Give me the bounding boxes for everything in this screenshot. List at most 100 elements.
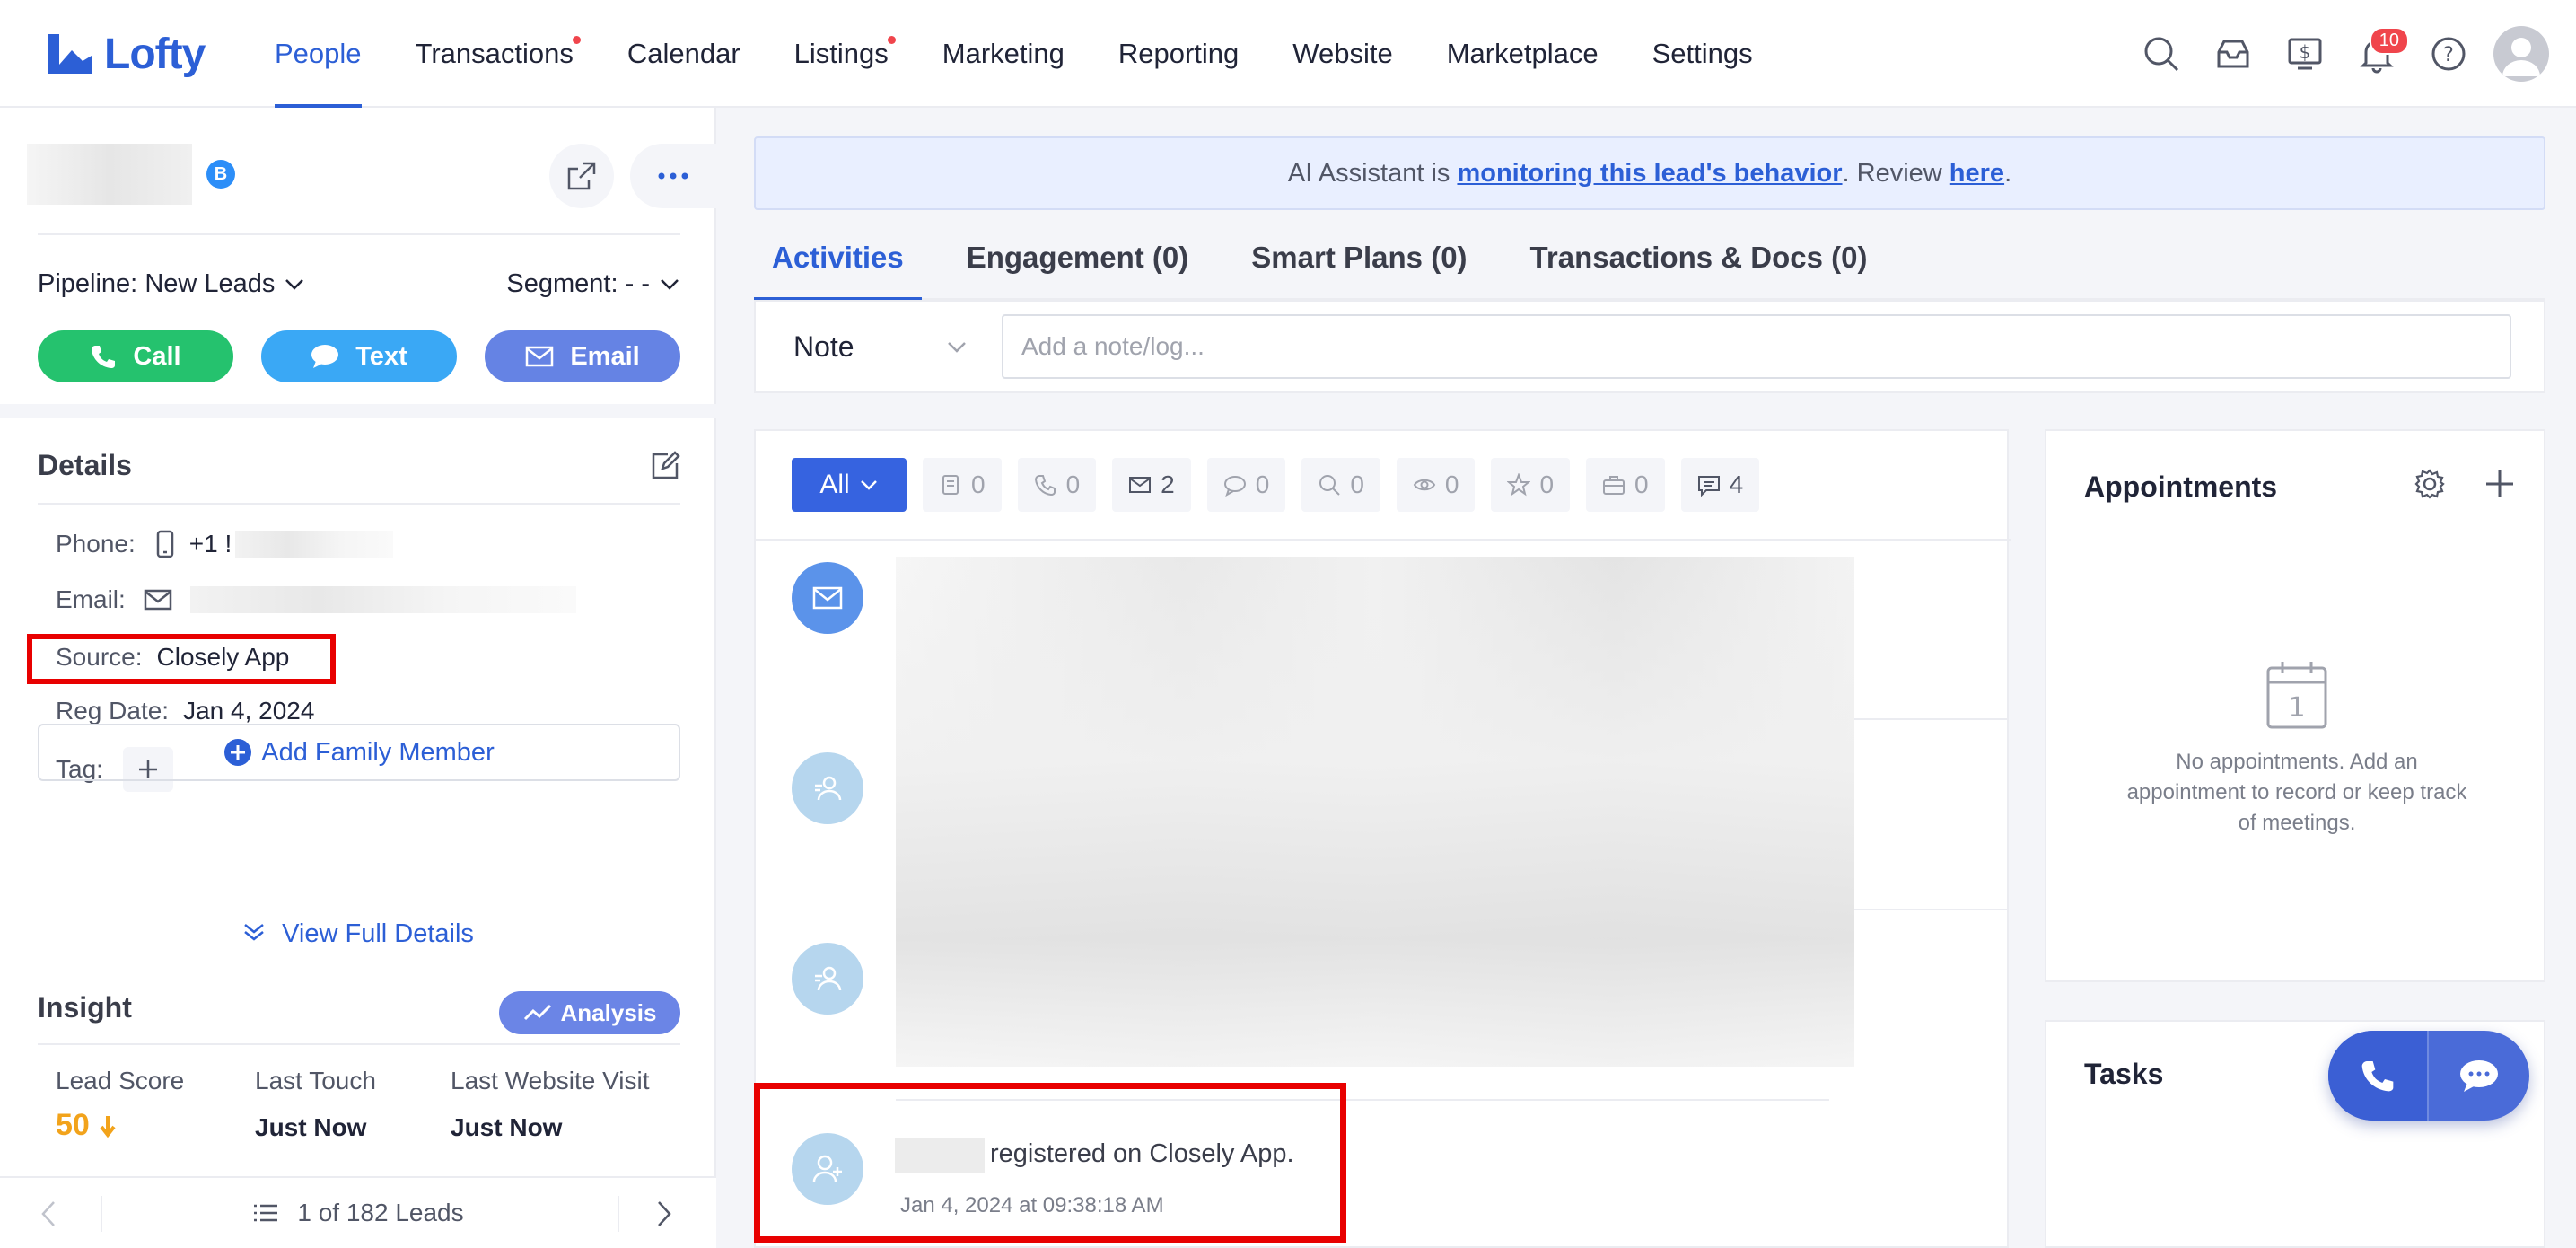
filter-star-button[interactable]: 0 <box>1491 458 1571 512</box>
more-options-button[interactable] <box>630 144 716 208</box>
note-composer: Note Add a note/log... <box>754 300 2545 393</box>
pipeline-value: New Leads <box>145 268 276 298</box>
activity-filters: All 002000004 <box>792 458 1775 512</box>
monitoring-link[interactable]: monitoring this lead's behavior <box>1457 159 1842 189</box>
call-button[interactable]: Call <box>38 330 233 382</box>
lead-score: Lead Score 50 <box>56 1067 185 1142</box>
lead-name-redacted <box>27 144 192 205</box>
filter-message-button[interactable]: 4 <box>1680 458 1760 512</box>
nav-notification-dot <box>572 36 581 44</box>
last-touch-value: Just Now <box>255 1113 367 1141</box>
mobile-icon <box>156 530 173 558</box>
edit-icon[interactable] <box>650 451 680 481</box>
note-type-select[interactable]: Note <box>793 302 973 391</box>
reg-date-value: Jan 4, 2024 <box>183 697 315 725</box>
bell-icon[interactable]: 10 <box>2341 18 2413 90</box>
lead-header: B <box>27 144 716 242</box>
filter-chat-button[interactable]: 0 <box>1206 458 1286 512</box>
eye-icon <box>1413 479 1436 491</box>
phone-icon <box>92 346 116 368</box>
floating-chat-button[interactable] <box>2429 1031 2529 1121</box>
calendar-icon: 1 <box>2266 662 2327 729</box>
add-family-member-button[interactable]: Add Family Member <box>38 724 680 781</box>
appointments-title: Appointments <box>2084 470 2278 503</box>
phone-value[interactable]: +1 ! <box>189 530 232 558</box>
tab-transactions-docs[interactable]: Transactions & Docs (0) <box>1530 215 1868 300</box>
lofty-logo-icon <box>45 29 95 79</box>
filter-search-button[interactable]: 0 <box>1301 458 1380 512</box>
gear-icon[interactable] <box>2414 469 2445 499</box>
nav-item-marketing[interactable]: Marketing <box>942 0 1065 108</box>
phone-icon <box>1034 475 1056 497</box>
phone-icon <box>2361 1061 2394 1092</box>
reg-date-row: Reg Date: Jan 4, 2024 <box>56 697 315 725</box>
review-here-link[interactable]: here <box>1950 159 2004 189</box>
star-icon <box>1507 473 1531 497</box>
user-avatar[interactable] <box>2493 26 2549 82</box>
details-section-title: Details <box>38 449 680 505</box>
analysis-button[interactable]: Analysis <box>499 991 680 1034</box>
share-button[interactable] <box>549 144 614 208</box>
prev-lead-button[interactable] <box>39 1178 57 1248</box>
filter-eye-button[interactable]: 0 <box>1396 458 1476 512</box>
nav-item-transactions[interactable]: Transactions <box>416 0 581 108</box>
last-visit-value: Just Now <box>451 1113 563 1141</box>
floating-call-button[interactable] <box>2328 1031 2429 1121</box>
tab-engagement[interactable]: Engagement (0) <box>967 215 1189 300</box>
pipeline-dropdown[interactable]: Pipeline: New Leads <box>38 269 305 299</box>
nav-item-listings[interactable]: Listings <box>794 0 896 108</box>
inbox-icon[interactable] <box>2197 18 2269 90</box>
add-appointment-icon[interactable] <box>2484 469 2515 499</box>
filter-document-button[interactable]: 0 <box>923 458 1002 512</box>
share-icon <box>567 162 596 190</box>
arrow-down-icon <box>100 1115 116 1138</box>
nav-item-calendar[interactable]: Calendar <box>627 0 740 108</box>
chevron-down-icon <box>661 279 679 290</box>
help-icon[interactable]: ? <box>2413 18 2484 90</box>
billing-icon[interactable]: $ <box>2269 18 2341 90</box>
chat-bubble-icon <box>2460 1060 2498 1092</box>
source-highlight-box <box>27 634 336 684</box>
tab-activities[interactable]: Activities <box>754 215 922 302</box>
nav-item-website[interactable]: Website <box>1292 0 1392 108</box>
nav-item-settings[interactable]: Settings <box>1652 0 1753 108</box>
nav-item-marketplace[interactable]: Marketplace <box>1447 0 1599 108</box>
more-icon <box>658 172 688 180</box>
chevron-down-icon <box>285 279 304 290</box>
search-icon[interactable] <box>2125 18 2197 90</box>
segment-value: - - <box>625 268 650 298</box>
timeline-people-icon <box>792 752 863 824</box>
lead-detail-panel: B Pipeline: New Leads Segment: - - Call … <box>0 108 716 1248</box>
email-button[interactable]: Email <box>485 330 680 382</box>
list-icon <box>254 1204 278 1222</box>
notification-badge: 10 <box>2369 27 2409 55</box>
activity-tabs: Activities Engagement (0) Smart Plans (0) T… <box>754 215 2545 302</box>
nav-item-reporting[interactable]: Reporting <box>1118 0 1239 108</box>
text-button[interactable]: Text <box>261 330 457 382</box>
chevron-down-icon <box>860 480 877 490</box>
timeline-email-icon <box>792 562 863 634</box>
note-input[interactable]: Add a note/log... <box>1002 314 2511 379</box>
registration-highlight-box: registered on Closely App. Jan 4, 2024 a… <box>754 1083 1346 1243</box>
filter-mail-button[interactable]: 2 <box>1112 458 1191 512</box>
nav-item-people[interactable]: People <box>275 0 362 108</box>
brand-logo[interactable]: Lofty <box>45 27 206 81</box>
floating-contact-buttons <box>2328 1031 2529 1121</box>
segment-label: Segment: <box>506 268 618 298</box>
segment-dropdown[interactable]: Segment: - - <box>506 269 680 299</box>
next-lead-button[interactable] <box>655 1178 673 1248</box>
message-icon <box>1697 476 1720 497</box>
section-separator <box>0 404 716 418</box>
svg-text:?: ? <box>2443 44 2454 66</box>
filter-phone-button[interactable]: 0 <box>1017 458 1097 512</box>
double-chevron-down-icon <box>244 924 264 941</box>
nav-icons: $ 10 ? <box>2125 0 2576 108</box>
view-full-details-link[interactable]: View Full Details <box>0 919 716 949</box>
appointments-panel: Appointments 1 No appointments. Add an a… <box>2045 429 2545 982</box>
phone-row: Phone: +1 ! <box>56 530 394 558</box>
filter-all-button[interactable]: All <box>792 458 907 512</box>
mail-icon <box>526 346 554 367</box>
tab-smart-plans[interactable]: Smart Plans (0) <box>1251 215 1467 300</box>
filter-briefcase-button[interactable]: 0 <box>1586 458 1665 512</box>
ai-assistant-banner: AI Assistant is monitoring this lead's b… <box>754 136 2545 210</box>
